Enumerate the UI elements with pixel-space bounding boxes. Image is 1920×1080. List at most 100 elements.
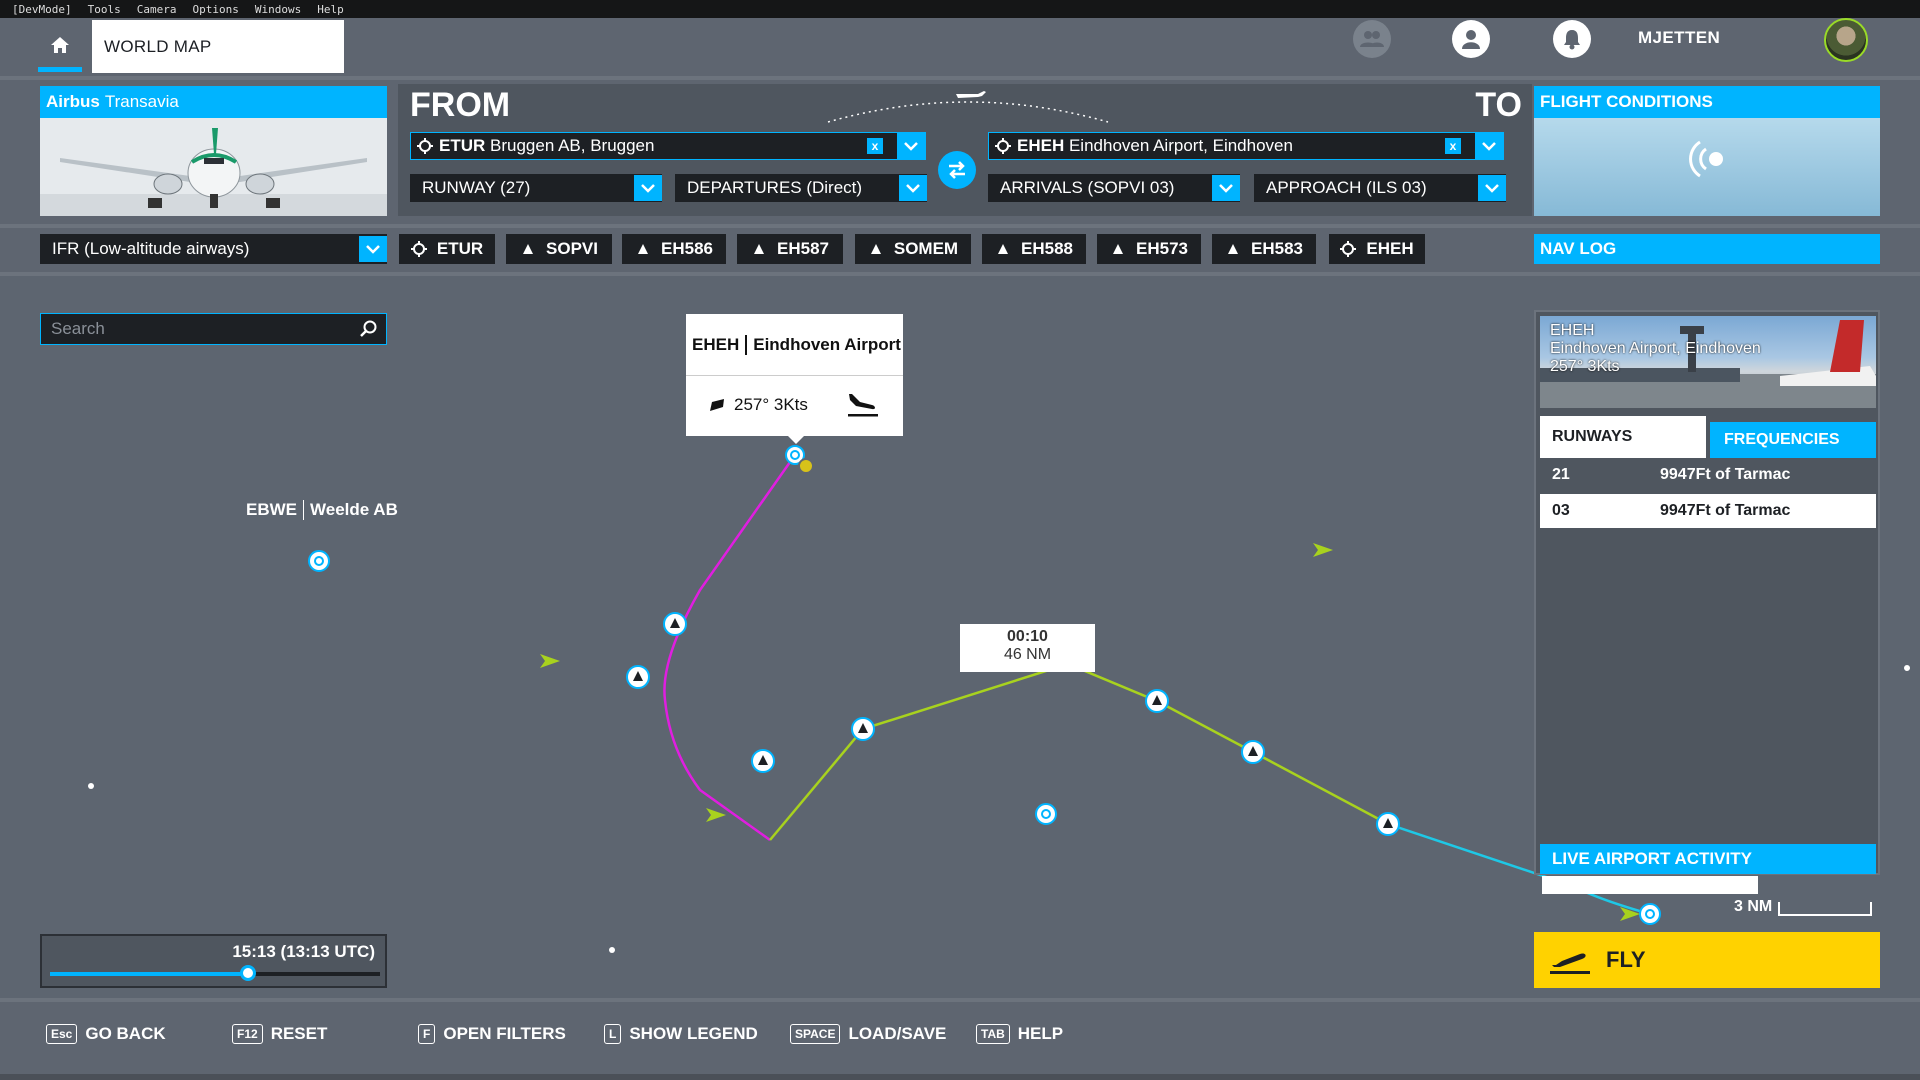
scale-label: 3 NM	[1734, 898, 1773, 915]
arrival-airport-field[interactable]: EHEH Eindhoven Airport, Eindhoven x	[988, 132, 1504, 160]
departure-airport-field[interactable]: ETUR Bruggen AB, Bruggen x	[410, 132, 926, 160]
avatar[interactable]	[1824, 18, 1868, 62]
menu-help[interactable]: Help	[317, 3, 344, 16]
search-icon[interactable]	[360, 320, 378, 338]
menu-options[interactable]: Options	[192, 3, 238, 16]
time-slider-track[interactable]	[50, 965, 380, 981]
enroute-line	[769, 662, 1389, 841]
arrival-name: Eindhoven Airport, Eindhoven	[1068, 136, 1293, 155]
clear-departure-button[interactable]: x	[867, 138, 883, 154]
waypoint-chip-eh587[interactable]: EH587	[737, 234, 843, 264]
arrivals-dropdown-button[interactable]	[1212, 175, 1240, 201]
waypoint-chip-eh586[interactable]: EH586	[622, 234, 726, 264]
waypoint-chip-sopvi[interactable]: SOPVI	[506, 234, 612, 264]
airport-marker-ebwe[interactable]	[308, 550, 330, 572]
nav-log-button[interactable]: NAV LOG	[1534, 234, 1880, 264]
waypoint-chip-eheh[interactable]: EHEH	[1329, 234, 1425, 264]
info-panel-tab-strip	[1542, 876, 1758, 894]
chevron-down-icon	[1482, 142, 1496, 151]
hint-label: HELP	[1017, 1024, 1064, 1043]
devmode-label[interactable]: [DevMode]	[12, 3, 72, 16]
clear-arrival-button[interactable]: x	[1445, 138, 1461, 154]
menu-windows[interactable]: Windows	[255, 3, 301, 16]
tab-runways[interactable]: RUNWAYS	[1540, 416, 1706, 458]
departures-dropdown-button[interactable]	[899, 175, 927, 201]
key-tab: TAB	[976, 1024, 1010, 1044]
waypoint-chip-eh573[interactable]: EH573	[1097, 234, 1201, 264]
key-f: F	[418, 1024, 436, 1044]
departure-dropdown-button[interactable]	[897, 133, 925, 159]
takeoff-icon	[1550, 953, 1590, 974]
time-slider-handle[interactable]	[240, 965, 256, 981]
home-icon	[51, 36, 69, 53]
route-panel: FROM TO ETUR Bruggen AB, Bruggen x EHEH …	[398, 84, 1532, 216]
traffic-aircraft-icon	[706, 808, 726, 822]
flight-plan-type-select[interactable]: IFR (Low-altitude airways)	[40, 234, 387, 264]
flight-conditions-card[interactable]: FLIGHT CONDITIONS	[1534, 86, 1880, 216]
load-save-button[interactable]: SPACE LOAD/SAVE	[790, 1024, 946, 1044]
label-name: Weelde AB	[310, 500, 398, 519]
dev-menu-bar: [DevMode] Tools Camera Options Windows H…	[0, 0, 1920, 18]
airport-label-ebwe[interactable]: EBWE Weelde AB	[246, 500, 398, 520]
airport-tooltip[interactable]: EHEH Eindhoven Airport 257° 3Kts	[686, 314, 903, 436]
traffic-aircraft-icon	[540, 654, 560, 668]
bottom-bar: Esc GO BACK F12 RESET F OPEN FILTERS L SHOW …	[0, 998, 1920, 1080]
arrivals-select[interactable]: ARRIVALS (SOPVI 03)	[988, 174, 1240, 202]
arrival-dropdown-button[interactable]	[1475, 133, 1503, 159]
friends-button[interactable]	[1353, 20, 1391, 58]
menu-tools[interactable]: Tools	[88, 3, 121, 16]
airport-info-tabs: RUNWAYS FREQUENCIES	[1540, 416, 1876, 458]
waypoint-chip-somem[interactable]: SOMEM	[855, 234, 971, 264]
runway-row[interactable]: 03 9947Ft of Tarmac	[1540, 494, 1876, 528]
waypoint-chip-eh583[interactable]: EH583	[1212, 234, 1316, 264]
menu-camera[interactable]: Camera	[137, 3, 177, 16]
airport-info-panel: EHEH Eindhoven Airport, Eindhoven 257° 3…	[1534, 310, 1880, 875]
tab-frequencies[interactable]: FREQUENCIES	[1710, 422, 1876, 458]
fly-button[interactable]: FLY	[1534, 932, 1880, 988]
go-back-button[interactable]: Esc GO BACK	[46, 1024, 166, 1044]
scale-bar	[1778, 902, 1873, 916]
waypoint-triangle-icon	[998, 244, 1008, 254]
airport-marker-other[interactable]	[1035, 803, 1057, 825]
top-bar: WORLD MAP MJETTEN	[0, 18, 1920, 76]
notifications-button[interactable]	[1553, 20, 1591, 58]
waypoint-chip-etur[interactable]: ETUR	[399, 234, 495, 264]
profile-button[interactable]	[1452, 20, 1490, 58]
tab-world-map[interactable]: WORLD MAP	[92, 20, 344, 73]
arrivals-value: ARRIVALS (SOPVI 03)	[1000, 178, 1175, 197]
swap-airports-button[interactable]	[938, 151, 976, 189]
key-esc: Esc	[46, 1024, 78, 1044]
map-search-box[interactable]	[40, 313, 387, 345]
help-button[interactable]: TAB HELP	[976, 1024, 1063, 1044]
approach-dropdown-button[interactable]	[1478, 175, 1506, 201]
airport-marker-etur[interactable]	[1639, 903, 1661, 925]
aircraft-brand: Airbus	[46, 92, 100, 111]
home-button[interactable]	[38, 22, 82, 72]
traffic-aircraft-icon	[1313, 543, 1333, 557]
runway-row[interactable]: 21 9947Ft of Tarmac	[1540, 458, 1876, 492]
reset-button[interactable]: F12 RESET	[232, 1024, 327, 1044]
hint-label: LOAD/SAVE	[848, 1024, 947, 1043]
departures-select[interactable]: DEPARTURES (Direct)	[675, 174, 927, 202]
waypoint-label: SOMEM	[893, 239, 959, 258]
airport-marker-eheh[interactable]	[785, 445, 814, 474]
user-icon	[1462, 30, 1480, 49]
key-l: L	[604, 1024, 622, 1044]
aircraft-selection-card[interactable]: Airbus Transavia	[40, 86, 387, 216]
show-legend-button[interactable]: L SHOW LEGEND	[604, 1024, 758, 1044]
runway-select[interactable]: RUNWAY (27)	[410, 174, 662, 202]
search-input[interactable]	[51, 319, 360, 339]
approach-select[interactable]: APPROACH (ILS 03)	[1254, 174, 1506, 202]
flight-plan-type-dropdown[interactable]	[359, 236, 387, 262]
waypoint-chip-eh588[interactable]: EH588	[982, 234, 1086, 264]
open-filters-button[interactable]: F OPEN FILTERS	[418, 1024, 566, 1044]
live-airport-activity-button[interactable]: LIVE AIRPORT ACTIVITY	[1540, 844, 1876, 874]
bottom-strip	[0, 1074, 1920, 1080]
flight-plan-type-value: IFR (Low-altitude airways)	[52, 239, 250, 258]
map-dot	[609, 947, 615, 953]
username[interactable]: MJETTEN	[1638, 28, 1720, 48]
waypoint-label: EH587	[777, 239, 829, 258]
map-scale: 3 NM	[1734, 898, 1873, 916]
runway-dropdown-button[interactable]	[634, 175, 662, 201]
airport-photo: EHEH Eindhoven Airport, Eindhoven 257° 3…	[1540, 316, 1876, 408]
